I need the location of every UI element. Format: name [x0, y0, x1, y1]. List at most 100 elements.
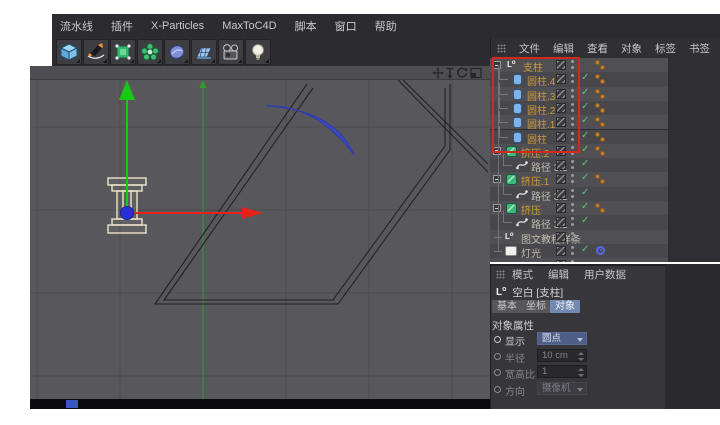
- layer-swatch[interactable]: [556, 203, 566, 213]
- menu-item-window[interactable]: 窗口: [335, 18, 357, 34]
- am-menu-userdata[interactable]: 用户数据: [584, 267, 626, 282]
- menu-item-help[interactable]: 帮助: [375, 18, 397, 34]
- om-menu-bookmark[interactable]: 书签: [689, 41, 710, 56]
- phong-tag-icon[interactable]: [595, 132, 600, 137]
- object-row-spline[interactable]: 路径 3.1 ✓: [490, 158, 668, 172]
- phong-tag-icon[interactable]: [600, 208, 605, 213]
- camera-button[interactable]: [218, 39, 244, 65]
- phong-tag-icon[interactable]: [595, 117, 600, 122]
- am-menu-mode[interactable]: 模式: [512, 267, 533, 282]
- expand-collapse-icon[interactable]: [493, 204, 501, 212]
- om-menu-tag[interactable]: 标签: [655, 41, 676, 56]
- am-menu-edit[interactable]: 编辑: [548, 267, 569, 282]
- phong-tag-icon[interactable]: [600, 179, 605, 184]
- enabled-check-icon[interactable]: ✓: [581, 130, 589, 141]
- object-row-spline[interactable]: 路径 3.1 ✓: [490, 215, 668, 229]
- enabled-check-icon[interactable]: ✓: [581, 215, 589, 226]
- spline-pen-button[interactable]: [83, 39, 109, 65]
- aspect-ratio-input[interactable]: 1: [537, 365, 587, 378]
- keyframe-circle-icon[interactable]: [494, 336, 501, 343]
- tab-basic[interactable]: 基本: [492, 300, 522, 313]
- light-button[interactable]: [245, 39, 271, 65]
- phong-tag-icon[interactable]: [600, 79, 605, 84]
- floor-button[interactable]: [191, 39, 217, 65]
- phong-tag-icon[interactable]: [595, 174, 600, 179]
- dolly-view-icon[interactable]: [444, 67, 456, 79]
- phong-tag-icon[interactable]: [595, 146, 600, 151]
- om-menu-view[interactable]: 查看: [587, 41, 608, 56]
- target-tag-icon[interactable]: [596, 246, 605, 255]
- om-menu-file[interactable]: 文件: [519, 41, 540, 56]
- phong-tag-icon[interactable]: [600, 108, 605, 113]
- object-row-partial[interactable]: [490, 258, 668, 262]
- phong-tag-icon[interactable]: [595, 74, 600, 79]
- stepper-arrows-icon[interactable]: [578, 352, 584, 361]
- visibility-dots[interactable]: [571, 203, 575, 213]
- om-menu-edit[interactable]: 编辑: [553, 41, 574, 56]
- layer-swatch[interactable]: [556, 189, 566, 199]
- layer-swatch[interactable]: [556, 160, 566, 170]
- keyframe-circle-icon[interactable]: [494, 386, 501, 393]
- phong-tag-icon[interactable]: [595, 203, 600, 208]
- layer-swatch[interactable]: [556, 232, 566, 242]
- tab-coordinate[interactable]: 坐标: [521, 300, 551, 313]
- x-axis-arrowhead[interactable]: [242, 207, 263, 219]
- orientation-dropdown[interactable]: 摄像机: [537, 382, 587, 395]
- visibility-dots[interactable]: [571, 217, 575, 227]
- enabled-check-icon[interactable]: ✓: [581, 101, 589, 112]
- toggle-view-icon[interactable]: [470, 67, 482, 79]
- y-axis-arrowhead[interactable]: [119, 80, 135, 100]
- layer-swatch[interactable]: [556, 174, 566, 184]
- phong-tag-icon[interactable]: [595, 89, 600, 94]
- panel-grip-icon[interactable]: [497, 44, 506, 53]
- enabled-check-icon[interactable]: ✓: [581, 158, 589, 169]
- menu-item-pipeline[interactable]: 流水线: [60, 18, 93, 34]
- enabled-check-icon[interactable]: ✓: [581, 87, 589, 98]
- phong-tag-icon[interactable]: [600, 65, 605, 70]
- phong-tag-icon[interactable]: [600, 151, 605, 156]
- rotate-view-icon[interactable]: [456, 67, 468, 79]
- object-row-null[interactable]: Lo 图文教程样条: [490, 230, 668, 244]
- pan-view-icon[interactable]: [432, 67, 444, 79]
- tab-object[interactable]: 对象: [550, 300, 580, 313]
- om-menu-object[interactable]: 对象: [621, 41, 642, 56]
- menu-item-plugins[interactable]: 插件: [111, 18, 133, 34]
- cloner-button[interactable]: [137, 39, 163, 65]
- visibility-dots[interactable]: [571, 160, 575, 170]
- phong-tag-icon[interactable]: [595, 60, 600, 65]
- subdivision-surface-button[interactable]: [110, 39, 136, 65]
- object-row-spline[interactable]: 路径 3.1 ✓: [490, 187, 668, 201]
- visibility-dots[interactable]: [571, 246, 575, 256]
- enabled-check-icon[interactable]: ✓: [581, 244, 589, 255]
- z-axis-handle[interactable]: [121, 207, 134, 220]
- enabled-check-icon[interactable]: ✓: [581, 144, 589, 155]
- enabled-check-icon[interactable]: ✓: [581, 172, 589, 183]
- object-row-light[interactable]: 灯光 ✓: [490, 244, 668, 258]
- visibility-dots[interactable]: [571, 232, 575, 242]
- deformer-button[interactable]: [164, 39, 190, 65]
- expand-collapse-icon[interactable]: [493, 175, 501, 183]
- visibility-dots[interactable]: [571, 189, 575, 199]
- enabled-check-icon[interactable]: ✓: [581, 187, 589, 198]
- object-row-extrude[interactable]: 挤压.1 ✓: [490, 172, 668, 186]
- menu-item-maxtoc4d[interactable]: MaxToC4D: [222, 20, 276, 32]
- object-row-extrude[interactable]: 挤压 ✓: [490, 201, 668, 215]
- menu-item-xparticles[interactable]: X-Particles: [151, 20, 204, 32]
- phong-tag-icon[interactable]: [600, 122, 605, 127]
- visibility-dots[interactable]: [571, 174, 575, 184]
- phong-tag-icon[interactable]: [600, 94, 605, 99]
- keyframe-circle-icon[interactable]: [494, 369, 501, 376]
- keyframe-circle-icon[interactable]: [494, 353, 501, 360]
- enabled-check-icon[interactable]: ✓: [581, 201, 589, 212]
- stepper-arrows-icon[interactable]: [578, 368, 584, 377]
- panel-grip-icon[interactable]: [496, 270, 505, 279]
- cube-primitive-button[interactable]: [56, 39, 82, 65]
- menu-item-script[interactable]: 脚本: [295, 18, 317, 34]
- radius-input[interactable]: 10 cm: [537, 349, 587, 362]
- phong-tag-icon[interactable]: [600, 137, 605, 142]
- display-dropdown[interactable]: 圆点: [537, 332, 587, 345]
- phong-tag-icon[interactable]: [595, 103, 600, 108]
- enabled-check-icon[interactable]: ✓: [581, 72, 589, 83]
- layer-swatch[interactable]: [556, 217, 566, 227]
- viewport-canvas[interactable]: [30, 80, 490, 409]
